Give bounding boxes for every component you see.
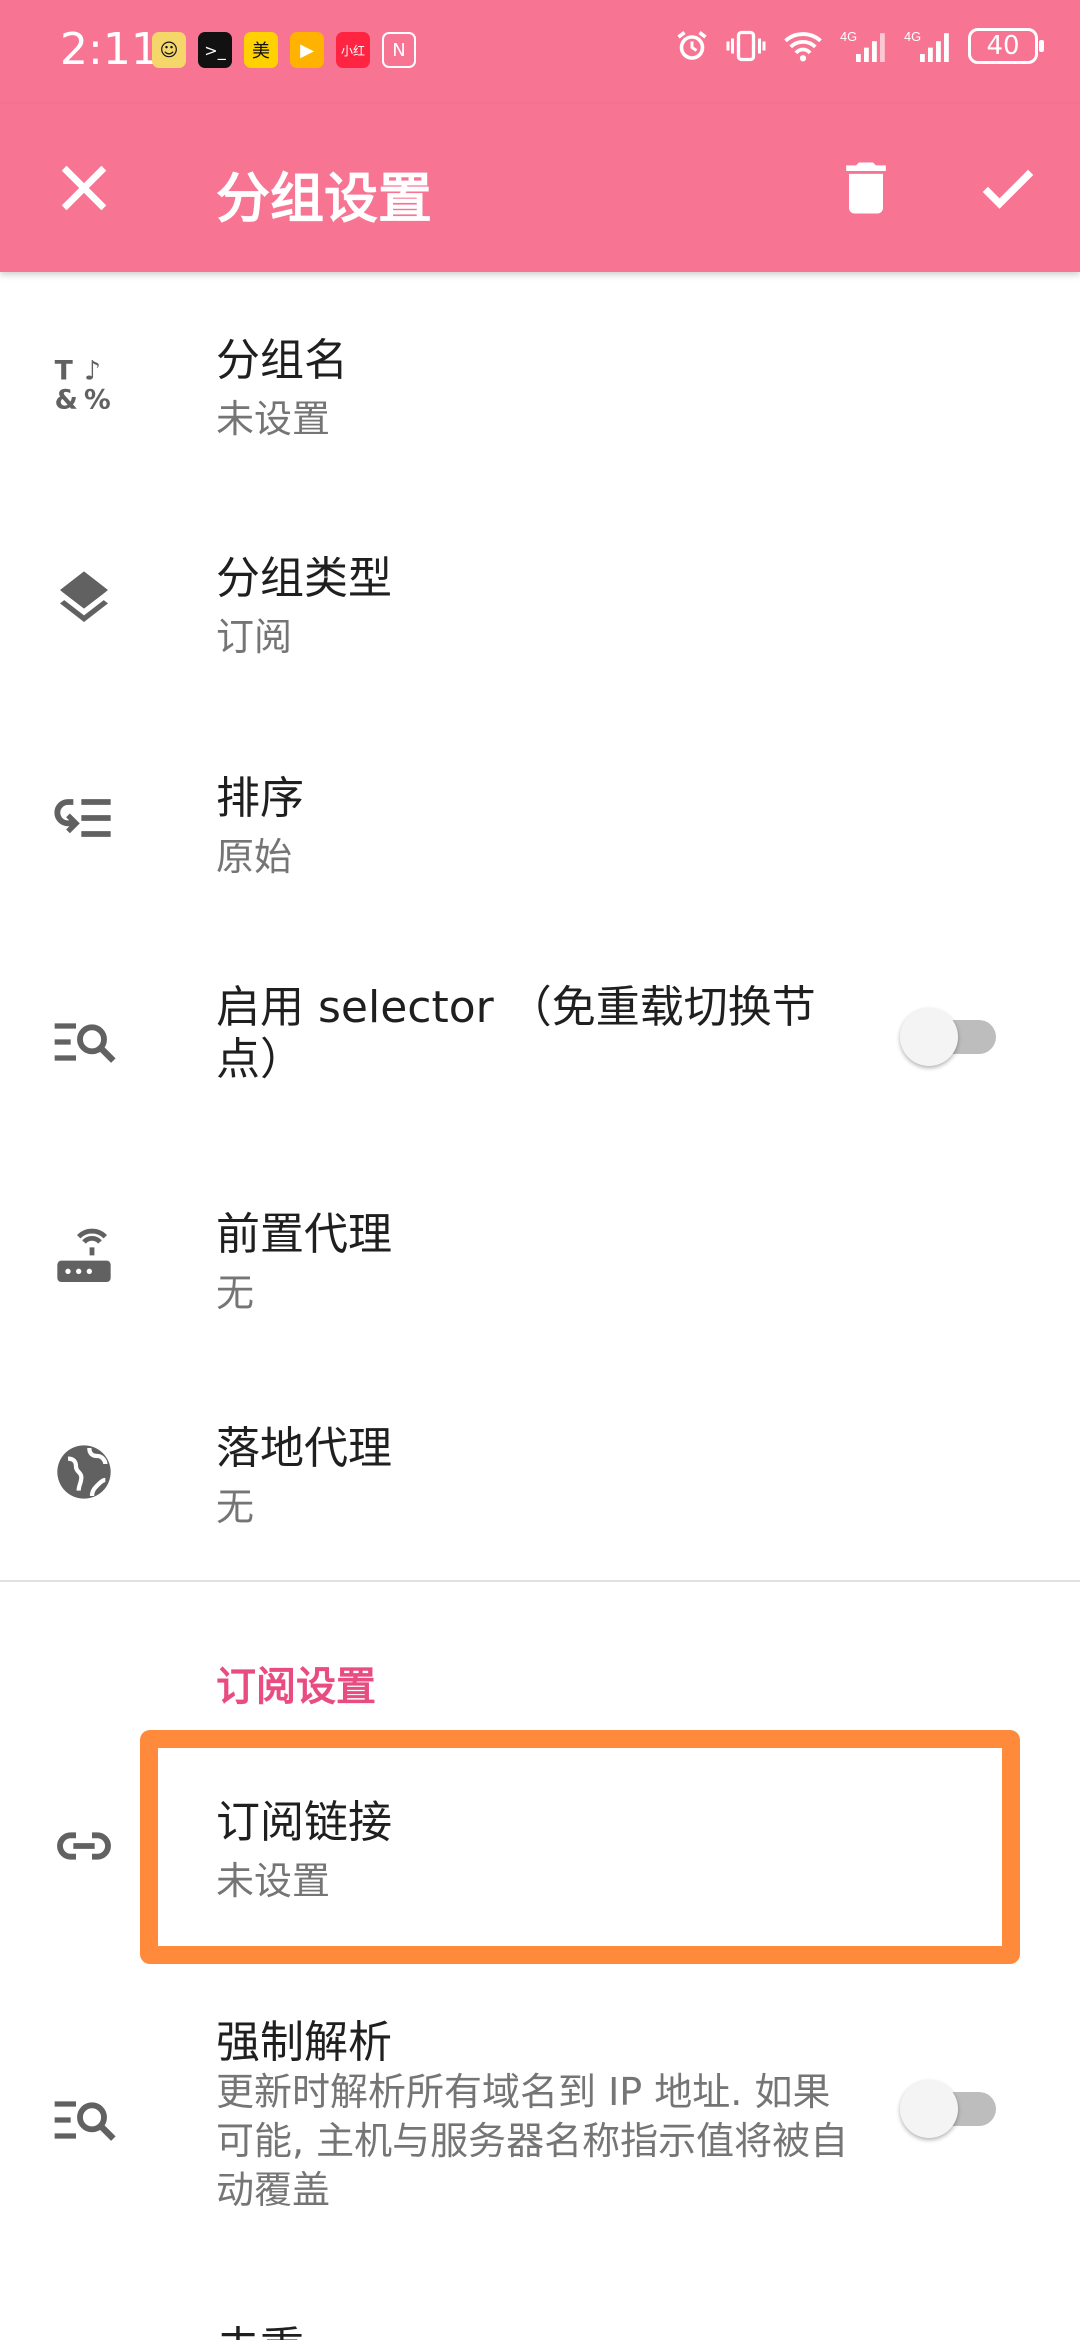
system-icons: 4G 4G 40 [674,28,1044,64]
setting-value: 无 [216,1271,255,1315]
delete-icon[interactable] [832,154,900,222]
svg-text:4G: 4G [904,29,921,44]
force-resolve-switch[interactable] [900,2078,1000,2138]
app-toolbar: 分组设置 [0,104,1080,272]
setting-value: 无 [216,1485,255,1529]
layers-icon [60,571,108,622]
section-divider [0,1580,1080,1582]
svg-text:4G: 4G [840,29,857,44]
enable-selector-setting[interactable]: 启用 selector （免重载切换节点） [0,926,1080,1144]
wifi-icon [784,32,822,62]
front-proxy-setting[interactable]: 前置代理 无 [0,1144,1080,1362]
globe-icon [57,1445,111,1499]
status-bar: 2:11 ☺ >_ 美 ▶ 小红 N 4G 4G 40 [0,0,1080,104]
svg-text:&: & [55,385,78,414]
link-icon [57,1832,111,1860]
setting-title: 强制解析 [216,2017,392,2068]
enable-selector-switch[interactable] [900,1006,1000,1066]
battery-indicator: 40 [968,28,1044,64]
status-time: 2:11 [60,24,159,75]
setting-title: 排序 [216,773,304,824]
text-format-icon: T ♪ & % [55,355,111,414]
sticker-app-icon: ☺ [152,32,186,68]
search-list-icon [54,1023,116,1063]
svg-text:T: T [55,355,74,386]
svg-text:%: % [84,385,111,414]
group-type-setting[interactable]: 分组类型 订阅 [0,490,1080,708]
setting-title: 落地代理 [216,1423,392,1474]
setting-title: 去重 [216,2312,304,2340]
force-resolve-setting[interactable]: 强制解析 更新时解析所有域名到 IP 地址. 如果可能, 主机与服务器名称指示值… [0,1964,1080,2246]
close-icon[interactable] [50,154,118,222]
setting-title: 分组类型 [216,553,392,604]
svg-text:♪: ♪ [84,355,101,386]
vibrate-icon [726,30,766,62]
sort-icon [54,799,111,837]
setting-value: 原始 [216,835,293,879]
deduplicate-setting[interactable]: 去重 [0,2246,1080,2340]
nfc-icon: N [382,32,416,68]
page-title: 分组设置 [216,167,432,230]
setting-value: 订阅 [216,615,293,659]
setting-description: 更新时解析所有域名到 IP 地址. 如果可能, 主机与服务器名称指示值将被自动覆… [216,2070,849,2212]
landing-proxy-setting[interactable]: 落地代理 无 [0,1362,1080,1580]
sort-setting[interactable]: 排序 原始 [0,708,1080,926]
notification-icons: ☺ >_ 美 ▶ 小红 N [152,32,416,68]
check-icon[interactable] [974,154,1042,222]
alarm-icon [677,31,707,60]
meituan-app-icon: 美 [244,32,278,68]
video-app-icon: ▶ [290,32,324,68]
xiaohongshu-app-icon: 小红 [336,32,370,68]
signal-4g-icon: 4G [904,29,949,62]
search-list-icon [54,2101,116,2141]
terminal-app-icon: >_ [198,32,232,68]
setting-title: 前置代理 [216,1209,392,1260]
setting-title: 分组名 [216,335,348,386]
setting-title: 启用 selector （免重载切换节点） [216,982,816,1085]
signal-4g-icon: 4G [840,29,885,62]
setting-value: 未设置 [216,397,331,441]
router-icon [57,1228,111,1282]
highlight-box [140,1730,1020,1964]
group-name-setting[interactable]: T ♪ & % 分组名 未设置 [0,272,1080,490]
section-header-subscription: 订阅设置 [216,1664,376,1710]
